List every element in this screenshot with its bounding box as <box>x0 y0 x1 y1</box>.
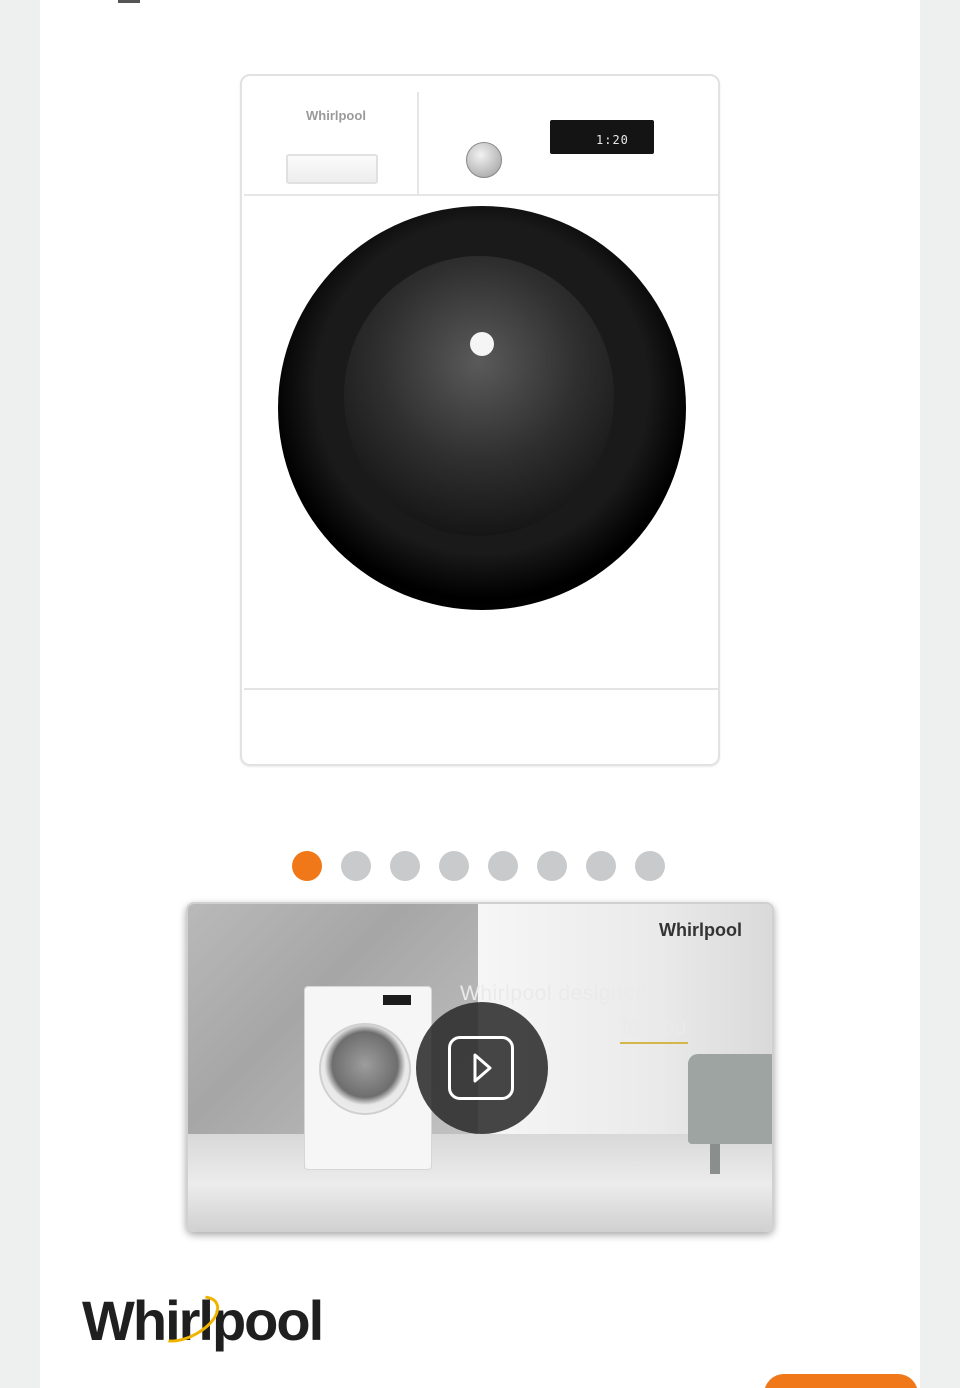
drum-light-reflection <box>470 332 494 356</box>
program-knob <box>466 142 502 178</box>
kick-plate-line <box>244 688 718 690</box>
tagline-underline <box>620 1042 688 1044</box>
machine-logo: Whirlpool <box>306 108 366 123</box>
video-scene-sofa <box>688 1054 772 1144</box>
play-button[interactable] <box>416 1002 548 1134</box>
digital-display: 1:20 <box>550 120 654 154</box>
washing-machine-body: Whirlpool 1:20 <box>240 74 720 766</box>
play-icon <box>448 1036 514 1100</box>
door-glass <box>344 256 614 536</box>
carousel-dot-7[interactable] <box>586 851 616 881</box>
carousel-dot-4[interactable] <box>439 851 469 881</box>
control-panel: Whirlpool 1:20 <box>244 92 718 196</box>
video-thumbnail[interactable]: Whirlpool Whirlpool designed for you <box>186 902 774 1232</box>
carousel-dot-5[interactable] <box>488 851 518 881</box>
top-edge-element <box>118 0 140 3</box>
display-value: 1:20 <box>596 133 629 147</box>
video-brand-logo: Whirlpool <box>659 920 742 940</box>
carousel-dot-8[interactable] <box>635 851 665 881</box>
carousel-dot-2[interactable] <box>341 851 371 881</box>
carousel-dots <box>292 851 665 881</box>
carousel-dot-6[interactable] <box>537 851 567 881</box>
cta-button[interactable] <box>764 1374 918 1388</box>
detergent-drawer <box>286 154 378 184</box>
video-scene-floor <box>188 1134 772 1230</box>
carousel-dot-1[interactable] <box>292 851 322 881</box>
product-image[interactable]: Whirlpool 1:20 <box>240 74 720 766</box>
carousel-dot-3[interactable] <box>390 851 420 881</box>
video-tagline-line2: for you <box>622 1016 687 1039</box>
video-washing-machine <box>304 986 432 1170</box>
